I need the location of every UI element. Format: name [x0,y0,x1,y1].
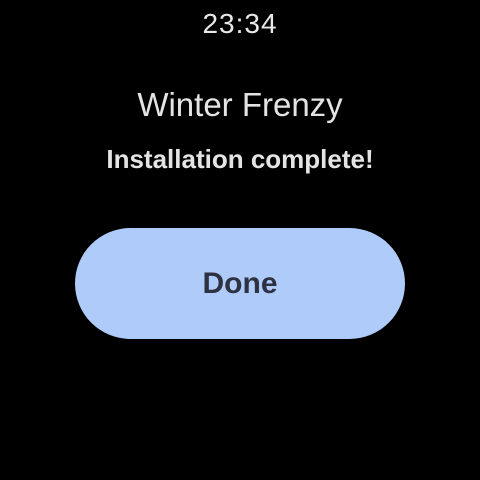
install-status-message: Installation complete! [106,144,374,174]
done-button-label: Done [202,266,278,300]
done-button[interactable]: Done [75,228,405,339]
app-title: Winter Frenzy [137,86,343,123]
watch-screen: 23:34 Winter Frenzy Installation complet… [0,0,480,480]
status-time: 23:34 [202,8,278,39]
